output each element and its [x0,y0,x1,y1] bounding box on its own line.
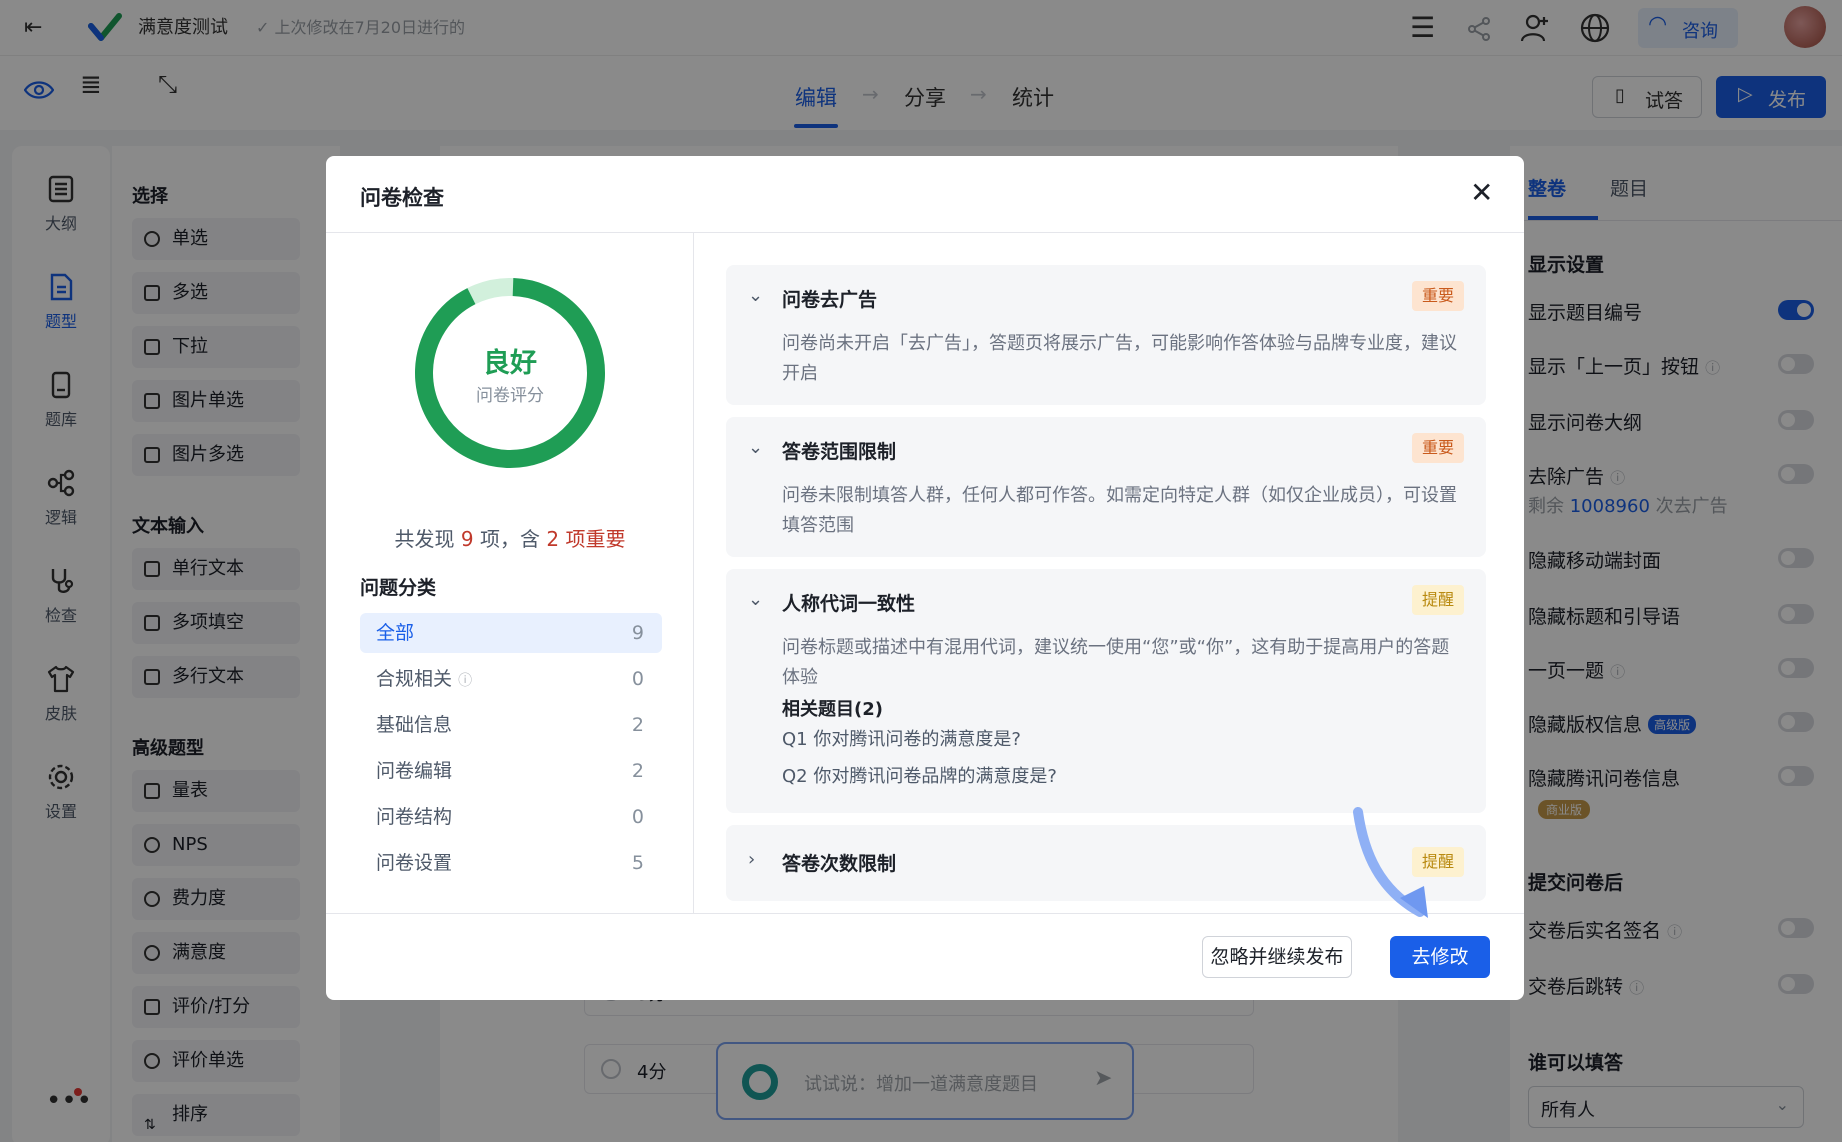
issue-title: 问卷去广告 [782,289,878,311]
modal-title: 问卷检查 [360,186,444,210]
category-compliance[interactable]: 合规相关 ⓘ 0 [360,659,662,699]
modal-header: 问卷检查 ✕ [326,156,1524,233]
related-questions-title: 相关题目(2) [782,699,883,720]
important-badge: 重要 [1411,433,1464,463]
score-subtitle: 问卷评分 [476,386,544,406]
category-structure[interactable]: 问卷结构 0 [360,797,662,837]
chevron-down-icon[interactable]: ⌄ [748,589,763,610]
issue-title: 答卷范围限制 [782,441,897,463]
category-editing[interactable]: 问卷编辑 2 [360,751,662,791]
related-question-link[interactable]: Q1 你对腾讯问卷的满意度是? [782,725,1462,755]
score-label: 良好 [483,348,537,379]
issue-title: 人称代词一致性 [782,593,916,615]
modal-footer: 忽略并继续发布 去修改 [326,913,1524,1000]
chevron-down-icon[interactable]: ⌄ [748,285,763,306]
modal-summary: 良好 问卷评分 共发现 9 项，含 2 项重要 问题分类 全部 9 合规相关 ⓘ 0… [326,233,694,913]
info-icon: ⓘ [458,673,473,689]
category-settings[interactable]: 问卷设置 5 [360,843,662,883]
issue-description: 问卷未限制填答人群，任何人都可作答。如需定向特定人群（如仅企业成员），可设置填答… [782,485,1457,536]
category-all[interactable]: 全部 9 [360,613,662,653]
issue-card[interactable]: ⌄ 问卷去广告 重要 问卷尚未开启「去广告」，答题页将展示广告，可能影响作答体验… [726,265,1486,405]
issue-title: 答卷次数限制 [782,853,897,875]
related-question-link[interactable]: Q2 你对腾讯问卷品牌的满意度是? [782,762,1462,792]
category-basic-info[interactable]: 基础信息 2 [360,705,662,745]
ignore-publish-button[interactable]: 忽略并继续发布 [1202,936,1352,978]
important-badge: 重要 [1411,281,1464,311]
issue-card[interactable]: ⌄ 答卷范围限制 重要 问卷未限制填答人群，任何人都可作答。如需定向特定人群（如… [726,417,1486,557]
close-icon[interactable]: ✕ [1470,176,1493,209]
issue-summary: 共发现 9 项，含 2 项重要 [394,527,626,551]
go-fix-button[interactable]: 去修改 [1390,936,1490,978]
hint-arrow-icon [1353,807,1428,918]
issue-card[interactable]: ⌄ 人称代词一致性 提醒 问卷标题或描述中有混用代词，建议统一使用“您”或“你”… [726,569,1486,813]
survey-check-modal: 问卷检查 ✕ 良好 问卷评分 共发现 9 项，含 2 项重要 问题分类 全部 9 … [326,156,1524,1000]
category-title: 问题分类 [360,577,437,599]
reminder-badge: 提醒 [1411,585,1464,615]
chevron-down-icon[interactable]: ⌄ [748,437,763,458]
issue-description: 问卷尚未开启「去广告」，答题页将展示广告，可能影响作答体验与品牌专业度，建议开启 [782,333,1457,384]
issue-description: 问卷标题或描述中有混用代词，建议统一使用“您”或“你”，这有助于提高用户的答题体… [782,637,1450,688]
chevron-right-icon[interactable]: › [748,849,755,870]
